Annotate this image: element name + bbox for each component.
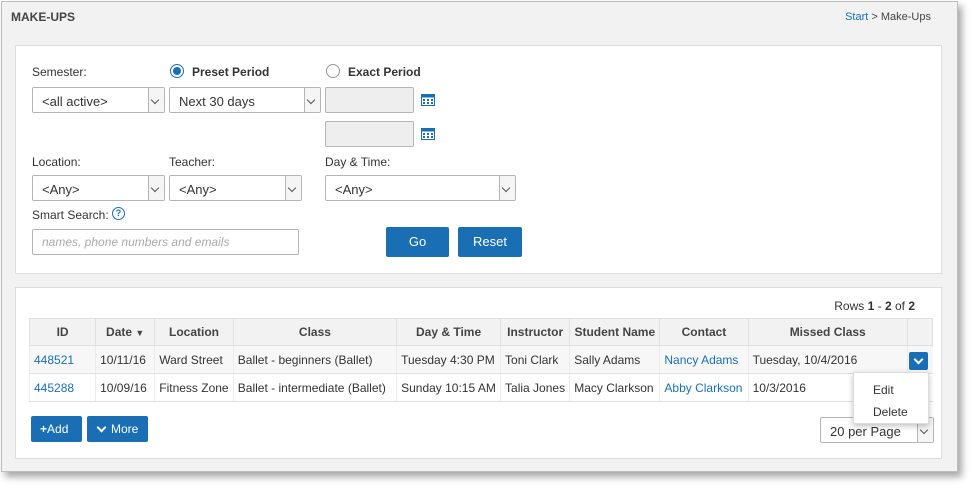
location-select[interactable]: <Any> <box>32 175 165 201</box>
breadcrumb-separator: > <box>868 11 881 23</box>
col-student[interactable]: Student Name <box>569 318 661 346</box>
chevron-down-icon <box>96 422 107 433</box>
calendar-icon[interactable] <box>421 93 435 106</box>
cell-daytime: Sunday 10:15 AM <box>396 373 501 402</box>
table-row: 445288 10/09/16 Fitness Zone Ballet - in… <box>28 373 933 402</box>
rows-to: 2 <box>884 299 892 313</box>
daytime-select-value: <Any> <box>335 182 373 197</box>
plus-icon: + <box>40 422 48 436</box>
calendar-icon[interactable] <box>421 127 435 140</box>
preset-period-select-value: Next 30 days <box>179 94 255 109</box>
cell-date: 10/11/16 <box>95 345 155 374</box>
teacher-select-value: <Any> <box>179 182 217 197</box>
breadcrumb: Start > Make-Ups <box>845 11 931 23</box>
rows-of: of <box>891 299 909 313</box>
cell-student: Macy Clarkson <box>569 373 660 402</box>
cell-contact[interactable]: Abby Clarkson <box>659 373 749 402</box>
chevron-down-icon <box>148 88 164 112</box>
preset-period-radio[interactable] <box>170 64 184 78</box>
exact-period-end-field[interactable] <box>326 122 413 146</box>
daytime-label: Day & Time: <box>325 155 391 169</box>
rows-dash: - <box>874 299 885 313</box>
chevron-down-icon <box>148 176 164 200</box>
cell-id[interactable]: 445288 <box>28 373 96 402</box>
col-contact[interactable]: Contact <box>659 318 749 346</box>
results-panel: Rows 1 - 2 of 2 ID Date ▼ Location Class… <box>15 287 942 459</box>
col-id[interactable]: ID <box>28 318 97 346</box>
col-actions <box>906 318 934 346</box>
cell-location: Ward Street <box>154 345 234 374</box>
preset-period-select[interactable]: Next 30 days <box>169 87 321 113</box>
page-title: MAKE-UPS <box>11 10 76 24</box>
breadcrumb-start-link[interactable]: Start <box>845 11 868 23</box>
contact-link[interactable]: Nancy Adams <box>664 353 738 367</box>
exact-period-start-field[interactable] <box>326 88 413 112</box>
more-button-label: More <box>111 422 139 436</box>
chevron-down-icon <box>499 176 515 200</box>
cell-missed: Tuesday, 10/4/2016 <box>747 345 908 374</box>
breadcrumb-current: Make-Ups <box>880 11 931 23</box>
row-id-link[interactable]: 445288 <box>34 381 74 395</box>
col-class[interactable]: Class <box>232 318 398 346</box>
sort-desc-icon: ▼ <box>135 328 145 338</box>
smart-search-label: Smart Search: <box>32 208 109 222</box>
cell-class: Ballet - intermediate (Ballet) <box>232 373 397 402</box>
semester-select[interactable]: <all active> <box>32 87 165 113</box>
makeups-window: MAKE-UPS Start > Make-Ups Semester: Pres… <box>1 1 958 472</box>
location-label: Location: <box>32 155 81 169</box>
cell-contact[interactable]: Nancy Adams <box>659 345 749 374</box>
teacher-label: Teacher: <box>169 155 216 169</box>
chevron-down-icon <box>285 176 301 200</box>
row-actions-menu: Edit Delete <box>853 372 929 424</box>
add-button[interactable]: +Add <box>31 416 82 442</box>
add-button-label: Add <box>47 422 69 436</box>
per-page-value: 20 per Page <box>830 424 901 439</box>
table-row: 448521 10/11/16 Ward Street Ballet - beg… <box>28 345 933 374</box>
menu-item-delete[interactable]: Delete <box>873 405 908 419</box>
cell-location: Fitness Zone <box>154 373 234 402</box>
contact-link[interactable]: Abby Clarkson <box>664 381 742 395</box>
col-date-label: Date <box>106 325 133 339</box>
chevron-down-icon <box>304 88 320 112</box>
col-location[interactable]: Location <box>154 318 234 346</box>
row-actions-dropdown-button[interactable] <box>909 352 928 370</box>
cell-daytime: Tuesday 4:30 PM <box>396 345 501 374</box>
smart-search-field[interactable] <box>33 230 298 254</box>
table-header-row: ID Date ▼ Location Class Day & Time Inst… <box>28 318 934 346</box>
exact-period-radio[interactable] <box>326 64 340 78</box>
cell-class: Ballet - beginners (Ballet) <box>232 345 397 374</box>
semester-label: Semester: <box>32 65 87 79</box>
cell-id[interactable]: 448521 <box>28 345 96 374</box>
cell-date: 10/09/16 <box>95 373 155 402</box>
cell-instructor: Talia Jones <box>500 373 570 402</box>
rows-count: Rows 1 - 2 of 2 <box>834 299 915 313</box>
cell-instructor: Toni Clark <box>500 345 570 374</box>
help-icon[interactable]: ? <box>112 207 125 220</box>
daytime-select[interactable]: <Any> <box>325 175 516 201</box>
exact-period-end-input[interactable] <box>325 121 414 147</box>
col-date[interactable]: Date ▼ <box>95 318 156 346</box>
go-button[interactable]: Go <box>386 227 449 257</box>
rows-prefix: Rows <box>834 299 868 313</box>
teacher-select[interactable]: <Any> <box>169 175 302 201</box>
page-header: MAKE-UPS Start > Make-Ups <box>2 2 957 32</box>
rows-total: 2 <box>908 299 915 313</box>
makeups-table: ID Date ▼ Location Class Day & Time Inst… <box>28 318 934 402</box>
more-button[interactable]: More <box>87 416 148 442</box>
reset-button[interactable]: Reset <box>458 227 522 257</box>
col-daytime[interactable]: Day & Time <box>396 318 502 346</box>
preset-period-label: Preset Period <box>192 65 270 79</box>
col-missed[interactable]: Missed Class <box>747 318 908 346</box>
smart-search-input[interactable] <box>32 229 299 255</box>
exact-period-label: Exact Period <box>348 65 421 79</box>
menu-item-edit[interactable]: Edit <box>873 383 894 397</box>
col-instructor[interactable]: Instructor <box>500 318 571 346</box>
exact-period-start-input[interactable] <box>325 87 414 113</box>
cell-student: Sally Adams <box>569 345 660 374</box>
row-id-link[interactable]: 448521 <box>34 353 74 367</box>
location-select-value: <Any> <box>42 182 80 197</box>
filter-panel: Semester: Preset Period Exact Period <al… <box>15 45 942 274</box>
semester-select-value: <all active> <box>42 94 108 109</box>
